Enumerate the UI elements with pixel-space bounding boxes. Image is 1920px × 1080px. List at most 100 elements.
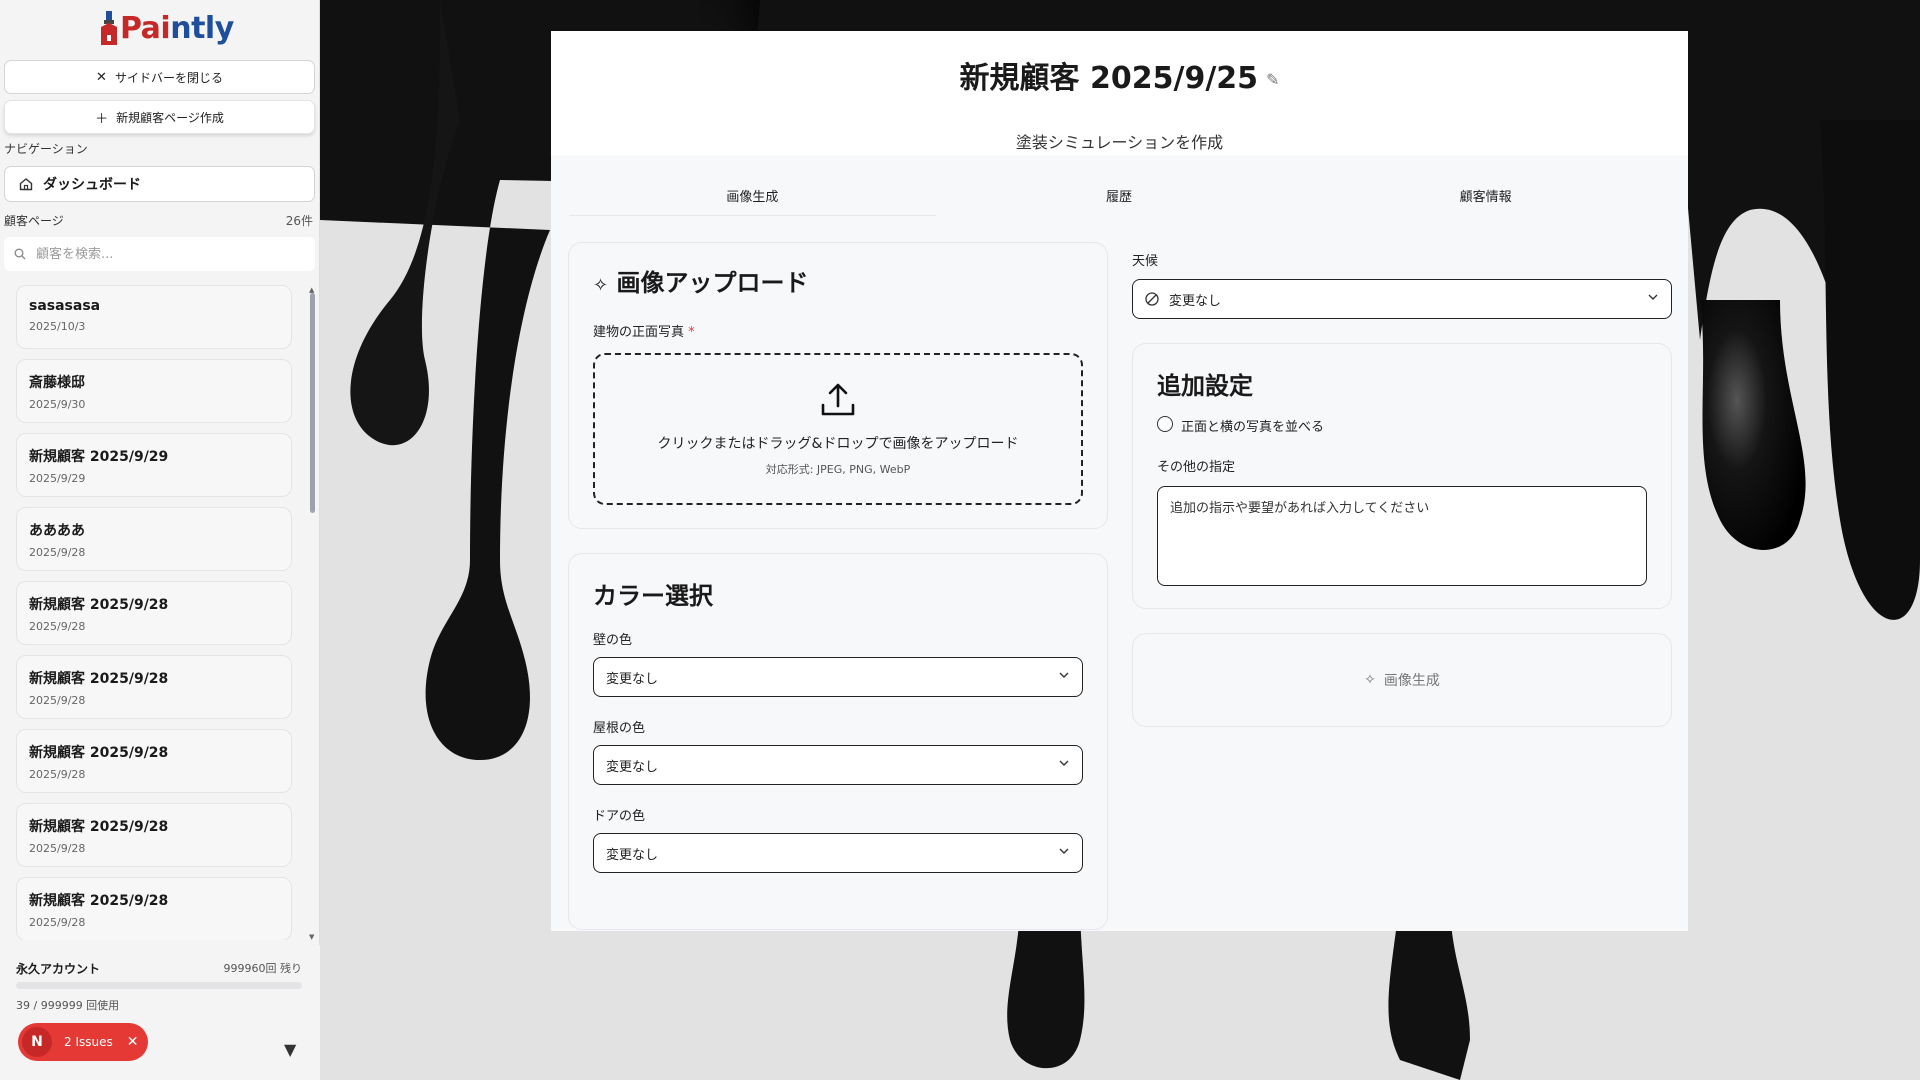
customer-name: 新規顧客 2025/9/28 [29,819,169,835]
search-icon [14,248,26,260]
customers-section-label: 顧客ページ [4,214,64,228]
customer-date: 2025/9/28 [29,842,86,855]
customer-name: 斎藤様邸 [29,375,85,391]
additional-settings-card: 追加設定 正面と横の写真を並べる その他の指定 [1132,343,1672,609]
app-logo[interactable]: Paintly [100,8,234,48]
customer-date: 2025/10/3 [29,320,86,333]
issues-badge[interactable]: N 2 Issues ✕ [18,1023,148,1061]
page-title-text: 新規顧客 2025/9/25 [959,61,1259,96]
close-icon[interactable]: ✕ [127,1034,139,1050]
required-mark: * [688,325,695,340]
main-panel: 新規顧客 2025/9/25 ✎ 塗装シミュレーションを作成 画像生成 履歴 顧客… [551,31,1688,931]
customer-search [4,237,315,271]
customer-card[interactable]: 新規顧客 2025/9/28 2025/9/28 [16,655,292,719]
customers-count: 26件 [285,214,313,228]
generate-card: ✧ 画像生成 [1132,633,1672,727]
usage-progress-bar [16,982,302,989]
customer-date: 2025/9/28 [29,546,86,559]
weather-label: 天候 [1132,254,1159,269]
edit-icon[interactable]: ✎ [1266,70,1279,89]
customer-card[interactable]: 新規顧客 2025/9/28 2025/9/28 [16,877,292,940]
customer-card[interactable]: 斎藤様邸 2025/9/30 [16,359,292,423]
close-sidebar-label: サイドバーを閉じる [114,70,223,85]
logo-wordmark: Paintly [120,10,234,46]
customer-date: 2025/9/28 [29,916,86,929]
customer-name: ああああ [29,523,85,539]
side-by-side-label: 正面と横の写真を並べる [1181,420,1325,435]
image-upload-card: ✧ 画像アップロード 建物の正面写真 * クリックまたはドラッグ&ドロップで画像… [568,242,1108,529]
dashboard-link[interactable]: ダッシュボード [4,166,315,202]
other-instructions-label: その他の指定 [1157,460,1236,475]
roof-color-select[interactable]: 変更なし [593,745,1083,785]
collapse-triangle-icon[interactable]: ▼ [284,1040,296,1059]
account-remaining: 999960回 残り [223,962,303,975]
roof-color-value: 変更なし [606,759,659,775]
other-instructions-textarea[interactable] [1157,486,1647,586]
customer-date: 2025/9/30 [29,398,86,411]
close-icon: ✕ [96,69,107,85]
door-color-label: ドアの色 [593,809,646,824]
new-customer-page-label: 新規顧客ページ作成 [116,110,224,125]
customer-name: 新規顧客 2025/9/28 [29,671,169,687]
dashboard-label: ダッシュボード [43,177,141,193]
door-color-select[interactable]: 変更なし [593,833,1083,873]
tab-customer-info[interactable]: 顧客情報 [1302,181,1669,215]
tab-bar: 画像生成 履歴 顧客情報 [569,181,1669,215]
customer-card[interactable]: 新規顧客 2025/9/29 2025/9/29 [16,433,292,497]
customer-card[interactable]: 新規顧客 2025/9/28 2025/9/28 [16,729,292,793]
image-dropzone[interactable]: クリックまたはドラッグ&ドロップで画像をアップロード 対応形式: JPEG, P… [593,353,1083,505]
new-customer-page-button[interactable]: ＋ 新規顧客ページ作成 [4,100,315,134]
customer-list: sasasasa 2025/10/3 斎藤様邸 2025/9/30 新規顧客 202… [16,285,294,940]
sparkles-icon: ✧ [593,275,609,296]
supported-formats: 対応形式: JPEG, PNG, WebP [765,463,911,476]
additional-settings-title: 追加設定 [1157,372,1253,400]
close-sidebar-button[interactable]: ✕ サイドバーを閉じる [4,60,315,94]
building-photo-label: 建物の正面写真 * [593,321,695,340]
tab-image-generation[interactable]: 画像生成 [569,181,936,215]
building-photo-label-text: 建物の正面写真 [593,325,685,340]
wall-color-select[interactable]: 変更なし [593,657,1083,697]
customer-name: 新規顧客 2025/9/29 [29,449,169,465]
generate-image-label: 画像生成 [1383,673,1440,689]
account-usage: 39 / 999999 回使用 [16,999,120,1012]
customer-date: 2025/9/28 [29,620,86,633]
dropzone-text: クリックまたはドラッグ&ドロップで画像をアップロード [657,436,1019,452]
plus-icon: ＋ [95,111,109,127]
sparkles-icon: ✧ [1364,672,1376,688]
customer-name: 新規顧客 2025/9/28 [29,893,169,909]
weather-value: 変更なし [1169,293,1222,309]
customer-date: 2025/9/28 [29,694,86,707]
tab-history[interactable]: 履歴 [936,181,1303,215]
customer-name: 新規顧客 2025/9/28 [29,745,169,761]
door-color-value: 変更なし [606,847,659,863]
generate-image-button[interactable]: ✧ 画像生成 [1133,634,1671,726]
color-selection-card: カラー選択 壁の色 変更なし 屋根の色 変更なし ドアの色 変更なし [568,553,1108,930]
roof-color-label: 屋根の色 [593,721,646,736]
customer-date: 2025/9/29 [29,472,86,485]
page-title: 新規顧客 2025/9/25 ✎ [551,53,1688,97]
customer-card[interactable]: 新規顧客 2025/9/28 2025/9/28 [16,803,292,867]
wall-color-value: 変更なし [606,671,659,687]
chevron-down-icon [1648,294,1658,300]
chevron-down-icon [1059,848,1069,854]
customer-name: 新規顧客 2025/9/28 [29,597,169,613]
customer-search-input[interactable] [36,246,296,262]
chevron-down-icon [1059,760,1069,766]
customer-card[interactable]: 新規顧客 2025/9/28 2025/9/28 [16,581,292,645]
upload-icon [821,383,855,416]
issues-label: 2 Issues [64,1035,113,1049]
panel-header: 新規顧客 2025/9/25 ✎ 塗装シミュレーションを作成 [551,31,1688,155]
weather-select[interactable]: 変更なし [1132,279,1672,319]
navigation-section-label: ナビゲーション [4,142,88,156]
no-change-icon [1145,292,1159,306]
wall-color-label: 壁の色 [593,633,633,648]
chevron-down-icon [1059,672,1069,678]
customer-card[interactable]: ああああ 2025/9/28 [16,507,292,571]
home-icon [19,178,33,191]
sidebar: Paintly ✕ サイドバーを閉じる ＋ 新規顧客ページ作成 ナビゲーション … [0,0,320,1080]
customer-list-scrollbar[interactable] [310,293,315,513]
customer-card[interactable]: sasasasa 2025/10/3 [16,285,292,349]
page-subtitle: 塗装シミュレーションを作成 [1015,133,1224,152]
scroll-down-arrow[interactable]: ▼ [309,933,314,941]
side-by-side-checkbox[interactable] [1157,416,1173,432]
